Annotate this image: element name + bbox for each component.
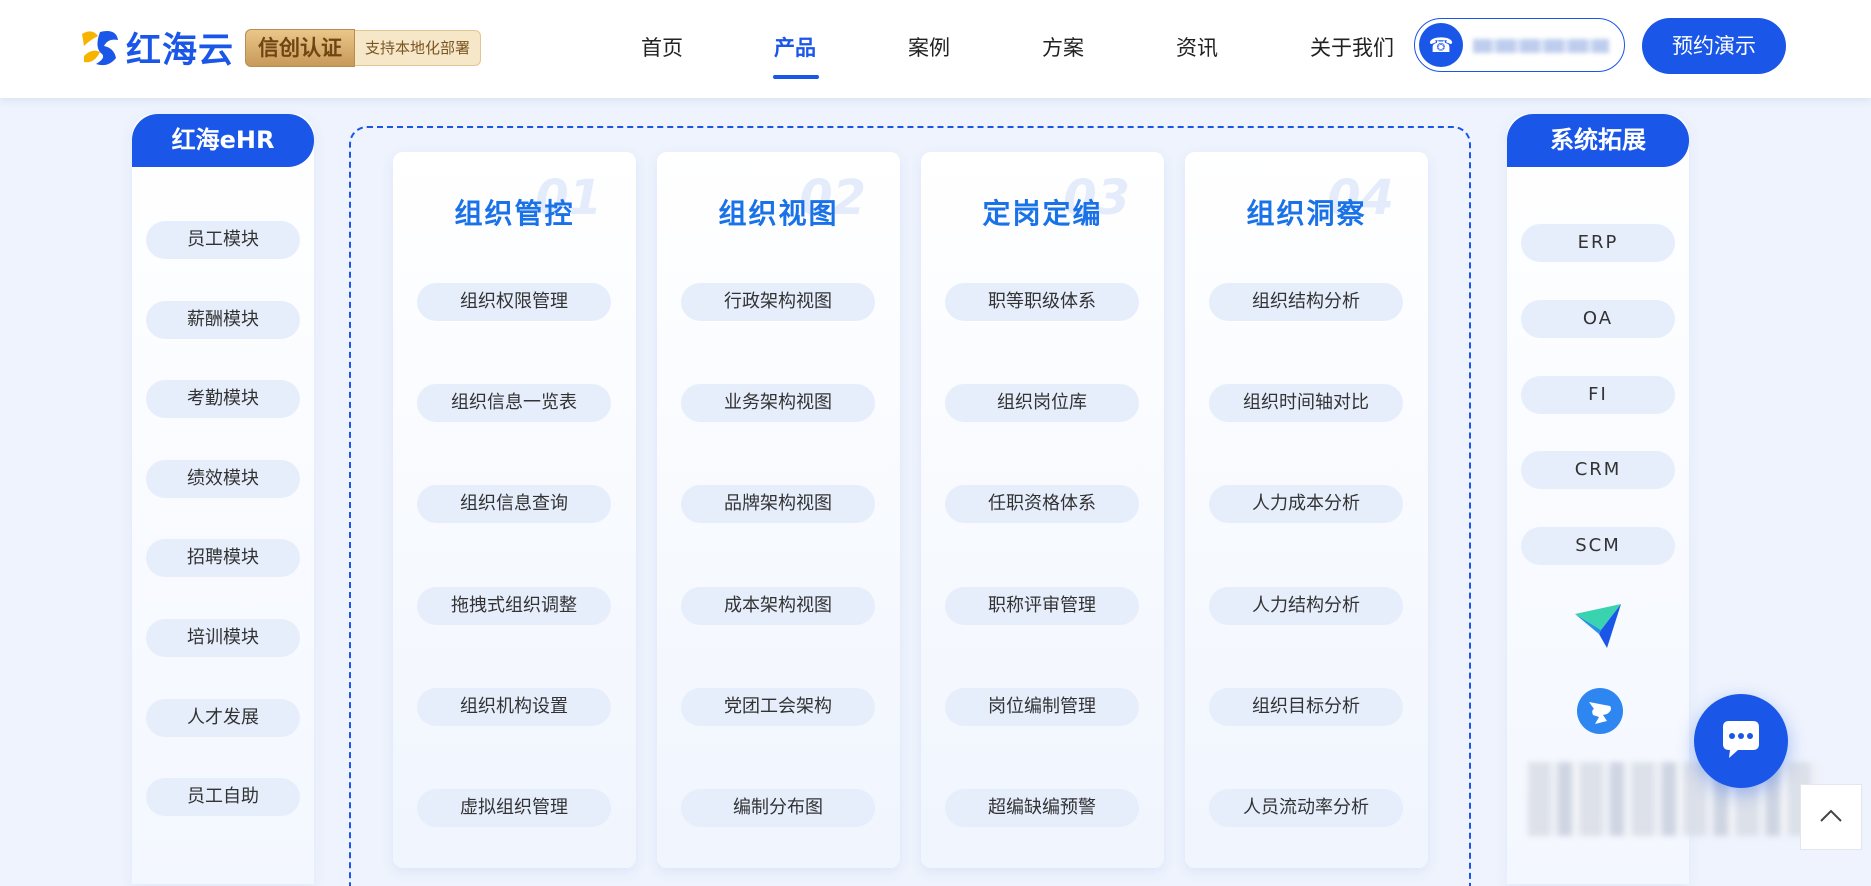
dingtalk-icon[interactable] xyxy=(1577,688,1623,734)
module-item[interactable]: 培训模块 xyxy=(146,619,300,657)
nav-products[interactable]: 产品 xyxy=(774,32,816,62)
feature-item[interactable]: 任职资格体系 xyxy=(945,485,1139,523)
feature-item[interactable]: 组织结构分析 xyxy=(1209,283,1403,321)
phone-icon: ☎ xyxy=(1419,23,1463,67)
feishu-icon[interactable] xyxy=(1573,600,1625,652)
left-panel: 红海eHR 员工模块 薪酬模块 考勤模块 绩效模块 招聘模块 培训模块 人才发展… xyxy=(132,114,314,884)
logo[interactable]: 红海云 xyxy=(78,24,235,71)
feature-item[interactable]: 品牌架构视图 xyxy=(681,485,875,523)
card-title: 组织管控 xyxy=(454,197,575,230)
chat-button[interactable] xyxy=(1694,694,1788,788)
chevron-up-icon xyxy=(1820,809,1842,822)
badge-sub: 支持本地化部署 xyxy=(355,30,482,66)
left-panel-title: 红海eHR xyxy=(132,114,314,167)
feature-item[interactable]: 拖拽式组织调整 xyxy=(417,587,611,625)
feature-card: 04 组织洞察 组织结构分析 组织时间轴对比 人力成本分析 人力结构分析 组织目… xyxy=(1185,152,1428,868)
feature-item[interactable]: 业务架构视图 xyxy=(681,384,875,422)
card-title: 定岗定编 xyxy=(982,197,1103,230)
logo-mark-icon xyxy=(82,31,118,66)
feature-item[interactable]: 组织岗位库 xyxy=(945,384,1139,422)
phone-contact[interactable]: ☎ xyxy=(1414,18,1625,72)
module-item[interactable]: 薪酬模块 xyxy=(146,301,300,339)
right-panel-title: 系统拓展 xyxy=(1507,114,1689,167)
extension-item[interactable]: ERP xyxy=(1521,224,1675,262)
feature-item[interactable]: 组织机构设置 xyxy=(417,688,611,726)
feature-item[interactable]: 组织信息查询 xyxy=(417,485,611,523)
module-item[interactable]: 员工模块 xyxy=(146,221,300,259)
feature-card: 02 组织视图 行政架构视图 业务架构视图 品牌架构视图 成本架构视图 党团工会… xyxy=(657,152,900,868)
book-demo-button[interactable]: 预约演示 xyxy=(1642,18,1786,74)
feature-item[interactable]: 行政架构视图 xyxy=(681,283,875,321)
feature-item[interactable]: 组织权限管理 xyxy=(417,283,611,321)
feature-card: 01 组织管控 组织权限管理 组织信息一览表 组织信息查询 拖拽式组织调整 组织… xyxy=(393,152,636,868)
nav-solutions[interactable]: 方案 xyxy=(1042,32,1084,62)
feature-item[interactable]: 组织目标分析 xyxy=(1209,688,1403,726)
chat-icon xyxy=(1723,721,1759,758)
feature-item[interactable]: 超编缺编预警 xyxy=(945,789,1139,827)
extension-item[interactable]: CRM xyxy=(1521,451,1675,489)
extension-item[interactable]: OA xyxy=(1521,300,1675,338)
feature-item[interactable]: 职称评审管理 xyxy=(945,587,1139,625)
feature-item[interactable]: 人员流动率分析 xyxy=(1209,789,1403,827)
module-item[interactable]: 招聘模块 xyxy=(146,539,300,577)
back-to-top-button[interactable] xyxy=(1800,784,1862,850)
feature-item[interactable]: 成本架构视图 xyxy=(681,587,875,625)
nav-news[interactable]: 资讯 xyxy=(1176,32,1218,62)
feature-item[interactable]: 编制分布图 xyxy=(681,789,875,827)
feature-item[interactable]: 组织时间轴对比 xyxy=(1209,384,1403,422)
feature-item[interactable]: 职等职级体系 xyxy=(945,283,1139,321)
feature-item[interactable]: 组织信息一览表 xyxy=(417,384,611,422)
module-item[interactable]: 绩效模块 xyxy=(146,460,300,498)
extension-item[interactable]: FI xyxy=(1521,376,1675,414)
feature-item[interactable]: 人力成本分析 xyxy=(1209,485,1403,523)
card-title: 组织视图 xyxy=(718,197,839,230)
extension-item[interactable]: SCM xyxy=(1521,527,1675,565)
badge-main: 信创认证 xyxy=(245,29,355,67)
feature-card: 03 定岗定编 职等职级体系 组织岗位库 任职资格体系 职称评审管理 岗位编制管… xyxy=(921,152,1164,868)
module-item[interactable]: 考勤模块 xyxy=(146,380,300,418)
certification-badge: 信创认证 支持本地化部署 xyxy=(245,29,482,67)
feature-item[interactable]: 人力结构分析 xyxy=(1209,587,1403,625)
module-item[interactable]: 员工自助 xyxy=(146,778,300,816)
nav-active-indicator xyxy=(773,75,819,79)
nav-cases[interactable]: 案例 xyxy=(908,32,950,62)
nav-about[interactable]: 关于我们 xyxy=(1310,32,1394,62)
site-header: 红海云 信创认证 支持本地化部署 首页 产品 案例 方案 资讯 关于我们 ☎ 预… xyxy=(0,0,1871,98)
feature-item[interactable]: 党团工会架构 xyxy=(681,688,875,726)
module-item[interactable]: 人才发展 xyxy=(146,699,300,737)
logo-text: 红海云 xyxy=(126,30,235,71)
feature-item[interactable]: 岗位编制管理 xyxy=(945,688,1139,726)
feature-item[interactable]: 虚拟组织管理 xyxy=(417,789,611,827)
phone-number-redacted xyxy=(1473,39,1609,53)
card-title: 组织洞察 xyxy=(1246,197,1367,230)
nav-home[interactable]: 首页 xyxy=(641,32,683,62)
